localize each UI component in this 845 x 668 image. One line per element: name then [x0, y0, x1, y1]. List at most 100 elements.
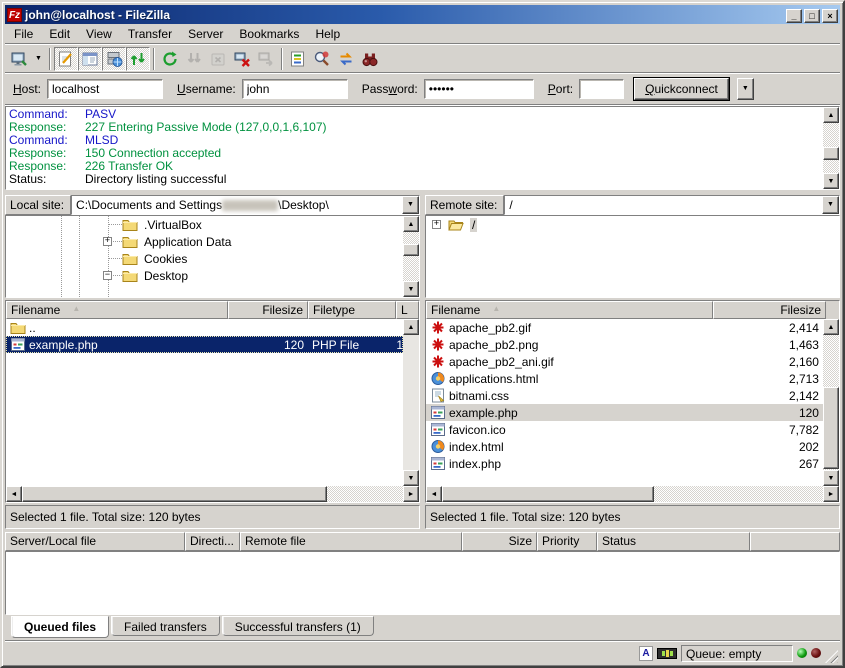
file-row-example-php[interactable]: example.php120PHP File1: [6, 336, 403, 353]
menu-help[interactable]: Help: [307, 25, 348, 43]
remote-path-dropdown-icon[interactable]: ▼: [822, 196, 839, 214]
log-vertical-scrollbar[interactable]: ▲ ▼: [823, 107, 839, 189]
username-input[interactable]: [242, 79, 348, 99]
queue-column-server-local-file[interactable]: Server/Local file: [5, 532, 185, 551]
remote-list-horizontal-scrollbar[interactable]: ◄ ►: [426, 486, 839, 502]
local-directory-tree[interactable]: .VirtualBox+Application DataCookies−Desk…: [6, 216, 403, 297]
scrollbar-thumb[interactable]: [442, 486, 654, 502]
password-input[interactable]: [424, 79, 534, 99]
file-row-example-php[interactable]: example.php120: [426, 404, 823, 421]
file-row-apache-pb2-gif[interactable]: apache_pb2.gif2,414: [426, 319, 823, 336]
column-header-l[interactable]: L: [396, 301, 419, 319]
menu-edit[interactable]: Edit: [41, 25, 78, 43]
file-row-applications-html[interactable]: applications.html2,713: [426, 370, 823, 387]
tree-item-desktop[interactable]: −Desktop: [6, 267, 403, 284]
toggle-local-tree-icon[interactable]: [78, 47, 102, 71]
menu-transfer[interactable]: Transfer: [120, 25, 180, 43]
local-list-horizontal-scrollbar[interactable]: ◄ ►: [6, 486, 419, 502]
expand-icon[interactable]: +: [432, 220, 441, 229]
quickconnect-button[interactable]: Quickconnect: [634, 78, 729, 100]
scrollbar-thumb[interactable]: [823, 147, 839, 160]
username-label: Username:: [177, 82, 236, 96]
queue-body[interactable]: [5, 551, 840, 615]
remote-directory-tree[interactable]: +/: [426, 216, 839, 297]
column-header-filename[interactable]: Filename▲: [6, 301, 228, 319]
scroll-right-icon[interactable]: ►: [403, 486, 419, 502]
tree-item-virtualbox[interactable]: .VirtualBox: [6, 216, 403, 233]
close-button[interactable]: ×: [822, 9, 838, 23]
file-row-[interactable]: ..: [6, 319, 403, 336]
resize-grip[interactable]: [825, 650, 838, 663]
data-type-icon[interactable]: A: [639, 646, 653, 661]
remote-path-combo[interactable]: / ▼: [504, 195, 840, 215]
expand-icon[interactable]: +: [103, 237, 112, 246]
refresh-icon[interactable]: [158, 47, 182, 71]
host-input[interactable]: [47, 79, 163, 99]
queue-column-remote-file[interactable]: Remote file: [240, 532, 462, 551]
queue-column-directi[interactable]: Directi...: [185, 532, 240, 551]
tab-queued-files[interactable]: Queued files: [11, 616, 109, 638]
scroll-up-icon[interactable]: ▲: [823, 107, 839, 123]
file-row-index-php[interactable]: index.php267: [426, 455, 823, 472]
local-list-vertical-scrollbar[interactable]: ▲ ▼: [403, 319, 419, 486]
scroll-up-icon[interactable]: ▲: [403, 216, 419, 232]
local-path-combo[interactable]: C:\Documents and Settings\Desktop\ ▼: [71, 195, 420, 215]
tab-failed-transfers[interactable]: Failed transfers: [111, 616, 220, 636]
queue-column-priority[interactable]: Priority: [537, 532, 597, 551]
tree-item-cookies[interactable]: Cookies: [6, 250, 403, 267]
local-path-dropdown-icon[interactable]: ▼: [402, 196, 419, 214]
site-manager-icon[interactable]: [7, 47, 31, 71]
scroll-down-icon[interactable]: ▼: [403, 470, 419, 486]
title-bar[interactable]: Fz john@localhost - FileZilla _□×: [5, 5, 840, 24]
scroll-up-icon[interactable]: ▲: [823, 319, 839, 335]
menu-bookmarks[interactable]: Bookmarks: [231, 25, 307, 43]
scroll-down-icon[interactable]: ▼: [823, 470, 839, 486]
scroll-right-icon[interactable]: ►: [823, 486, 839, 502]
minimize-button[interactable]: _: [786, 9, 802, 23]
toggle-remote-tree-icon[interactable]: [102, 47, 126, 71]
site-manager-dropdown-icon[interactable]: ▼: [31, 47, 46, 71]
toggle-message-log-icon[interactable]: [54, 47, 78, 71]
file-list-panels: Filename▲FilesizeFiletypeL ..example.php…: [5, 300, 840, 503]
scrollbar-thumb[interactable]: [403, 244, 419, 256]
menu-view[interactable]: View: [78, 25, 120, 43]
image-file-icon: [430, 354, 446, 369]
scroll-left-icon[interactable]: ◄: [426, 486, 442, 502]
synchronized-browsing-icon[interactable]: [334, 47, 358, 71]
scrollbar-thumb[interactable]: [823, 387, 839, 469]
queue-column-size[interactable]: Size: [462, 532, 537, 551]
queue-column-status[interactable]: Status: [597, 532, 750, 551]
quickconnect-dropdown-icon[interactable]: ▼: [737, 78, 754, 100]
tree-item-root[interactable]: +/: [426, 216, 839, 233]
file-row-bitnami-css[interactable]: bitnami.css2,142: [426, 387, 823, 404]
disconnect-icon[interactable]: [230, 47, 254, 71]
remote-list-vertical-scrollbar[interactable]: ▲ ▼: [823, 319, 839, 486]
port-input[interactable]: [579, 79, 624, 99]
collapse-icon[interactable]: −: [103, 271, 112, 280]
scrollbar-thumb[interactable]: [22, 486, 327, 502]
column-header-filename[interactable]: Filename▲: [426, 301, 713, 319]
html-file-icon: [430, 371, 446, 386]
local-tree-vertical-scrollbar[interactable]: ▲ ▼: [403, 216, 419, 297]
scroll-left-icon[interactable]: ◄: [6, 486, 22, 502]
menu-server[interactable]: Server: [180, 25, 231, 43]
scroll-up-icon[interactable]: ▲: [403, 319, 419, 335]
directory-comparison-icon[interactable]: [310, 47, 334, 71]
column-header-filesize[interactable]: Filesize: [713, 301, 826, 319]
file-row-index-html[interactable]: index.html202: [426, 438, 823, 455]
speed-limits-icon[interactable]: [657, 648, 677, 659]
column-header-filesize[interactable]: Filesize: [228, 301, 308, 319]
menu-file[interactable]: File: [6, 25, 41, 43]
find-files-icon[interactable]: [358, 47, 382, 71]
column-header-filetype[interactable]: Filetype: [308, 301, 396, 319]
scroll-down-icon[interactable]: ▼: [823, 173, 839, 189]
tree-item-application-data[interactable]: +Application Data: [6, 233, 403, 250]
tab-successful-transfers-1[interactable]: Successful transfers (1): [222, 616, 374, 636]
file-row-apache-pb2-ani-gif[interactable]: apache_pb2_ani.gif2,160: [426, 353, 823, 370]
file-row-favicon-ico[interactable]: favicon.ico7,782: [426, 421, 823, 438]
file-row-apache-pb2-png[interactable]: apache_pb2.png1,463: [426, 336, 823, 353]
filter-icon[interactable]: [286, 47, 310, 71]
scroll-down-icon[interactable]: ▼: [403, 281, 419, 297]
maximize-button[interactable]: □: [804, 9, 820, 23]
toggle-transfer-queue-icon[interactable]: [126, 47, 150, 71]
